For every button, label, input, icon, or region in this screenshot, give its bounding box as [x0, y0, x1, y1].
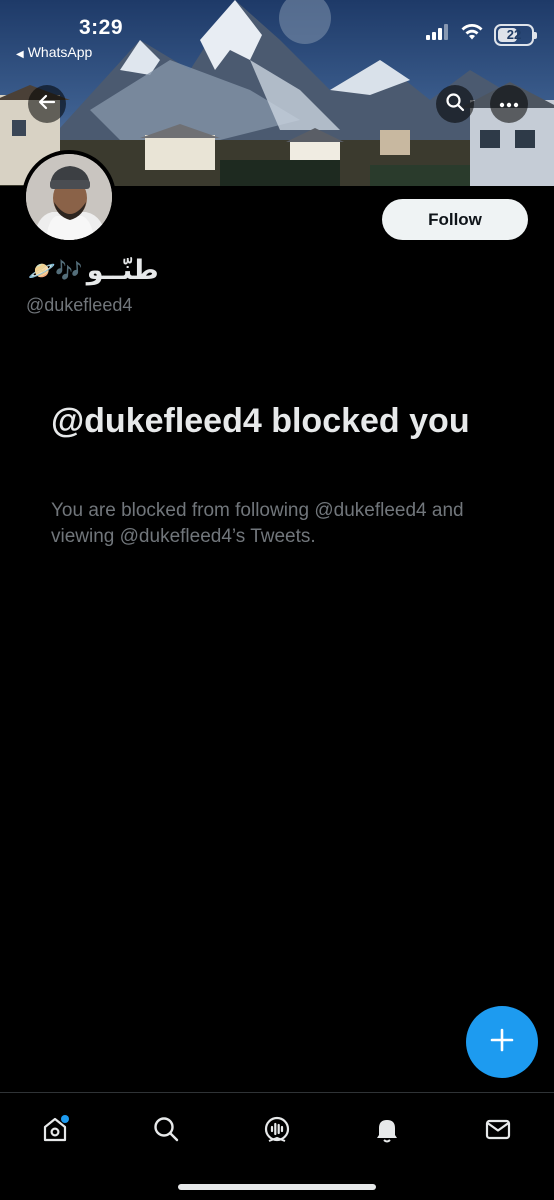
search-icon [151, 1114, 181, 1149]
more-options-button[interactable] [490, 85, 528, 123]
more-dots-icon [499, 95, 519, 113]
arrow-left-icon [37, 92, 57, 117]
avatar[interactable] [22, 150, 116, 244]
name-emojis: 🪐🎶 [28, 257, 83, 283]
nav-notifications[interactable] [367, 1111, 407, 1151]
nav-home[interactable] [35, 1111, 75, 1151]
profile-page: 3:29 ◀ WhatsApp 22 Follow 🪐🎶 طنّــو @duk… [0, 0, 554, 1200]
nav-search[interactable] [146, 1111, 186, 1151]
status-time: 3:29 [79, 16, 124, 39]
battery-level: 22 [506, 27, 522, 42]
nav-messages[interactable] [478, 1111, 518, 1151]
envelope-icon [483, 1114, 513, 1149]
battery-icon: 22 [494, 23, 537, 46]
spaces-icon [262, 1114, 292, 1149]
profile-search-button[interactable] [436, 85, 474, 123]
bell-icon [372, 1114, 402, 1149]
blocked-title: @dukefleed4 blocked you [51, 402, 470, 440]
back-button[interactable] [28, 85, 66, 123]
compose-tweet-button[interactable] [466, 1006, 538, 1078]
blocked-description: You are blocked from following @dukeflee… [51, 500, 464, 547]
display-name-text: طنّــو [86, 255, 159, 285]
back-to-app-link[interactable]: ◀ WhatsApp [16, 44, 92, 60]
back-app-label: WhatsApp [27, 44, 93, 60]
signal-icon [426, 24, 450, 45]
follow-button[interactable]: Follow [382, 199, 528, 240]
wifi-icon [460, 23, 484, 46]
status-icons: 22 [426, 23, 537, 46]
back-triangle-icon: ◀ [16, 49, 24, 60]
home-badge-dot [61, 1115, 69, 1123]
home-indicator[interactable] [178, 1184, 376, 1190]
avatar-image [26, 154, 112, 240]
search-icon [445, 92, 465, 117]
nav-spaces[interactable] [257, 1111, 297, 1151]
profile-handle: @dukefleed4 [26, 295, 133, 315]
display-name: 🪐🎶 طنّــو [28, 255, 159, 286]
plus-icon [489, 1027, 515, 1058]
